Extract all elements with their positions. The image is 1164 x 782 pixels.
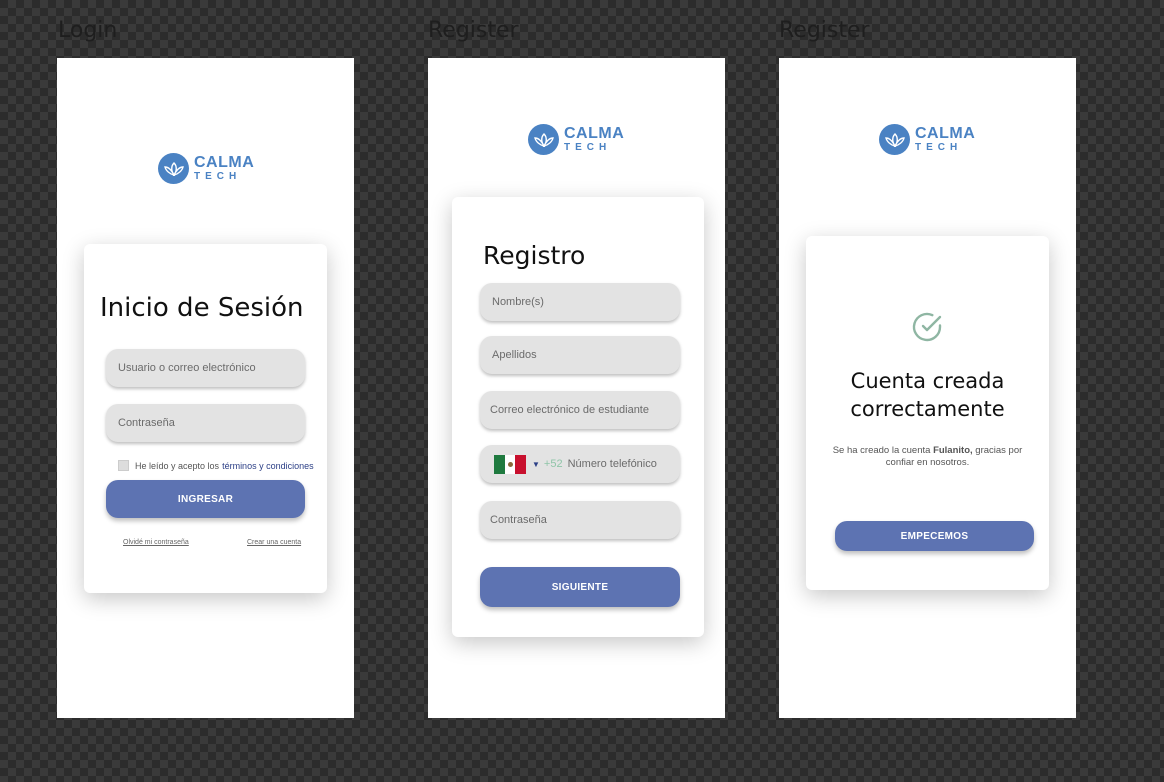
frame-label-success: Register (779, 18, 870, 43)
forgot-password-link[interactable]: Olvidé mi contraseña (123, 539, 189, 546)
login-card: Inicio de Sesión Usuario o correo electr… (84, 244, 327, 593)
logo-text-calma: CALMA (915, 125, 976, 142)
lotus-icon (158, 153, 189, 184)
mexico-flag-icon[interactable] (494, 454, 527, 474)
success-screen: CALMA TECH Cuenta creada correctamente S… (779, 58, 1076, 718)
logo: CALMA TECH (528, 124, 624, 155)
lastnames-input[interactable]: Apellidos (480, 336, 680, 374)
email-input[interactable]: Correo electrónico de estudiante (480, 391, 680, 429)
login-button[interactable]: INGRESAR (106, 480, 305, 518)
login-title: Inicio de Sesión (100, 293, 304, 323)
logo: CALMA TECH (158, 153, 254, 184)
terms-text: He leído y acepto los (135, 460, 220, 471)
message-line2: confiar en nosotros. (885, 457, 970, 468)
success-message: Se ha creado la cuenta Fulanito, gracias… (806, 445, 1049, 469)
register-card: Registro Nombre(s) Apellidos Correo elec… (452, 197, 704, 637)
start-button[interactable]: EMPECEMOS (835, 521, 1034, 551)
check-circle-icon (910, 310, 944, 349)
logo-text-calma: CALMA (564, 125, 625, 142)
password-input[interactable]: Contraseña (106, 404, 305, 442)
terms-row: He leído y acepto los términos y condici… (118, 460, 314, 471)
logo-text-tech: TECH (194, 171, 242, 182)
lotus-icon (879, 124, 910, 155)
create-account-link[interactable]: Crear una cuenta (247, 539, 301, 546)
logo-text-calma: CALMA (194, 154, 255, 171)
terms-link[interactable]: términos y condiciones (222, 461, 314, 471)
logo-text-tech: TECH (564, 142, 612, 153)
terms-checkbox[interactable] (118, 460, 129, 471)
next-button[interactable]: SIGUIENTE (480, 567, 680, 607)
phone-prefix: +52 (543, 458, 563, 470)
register-screen: CALMA TECH Registro Nombre(s) Apellidos … (428, 58, 725, 718)
register-title: Registro (483, 241, 586, 270)
register-password-input[interactable]: Contraseña (480, 501, 680, 539)
frame-label-register: Register (428, 18, 519, 43)
lotus-icon (528, 124, 559, 155)
username-input[interactable]: Usuario o correo electrónico (106, 349, 305, 387)
success-card: Cuenta creada correctamente Se ha creado… (806, 236, 1049, 590)
success-title-line1: Cuenta creada (850, 369, 1005, 393)
frame-label-login: Login (58, 18, 118, 43)
success-title-line2: correctamente (850, 397, 1005, 421)
login-screen: CALMA TECH Inicio de Sesión Usuario o co… (57, 58, 354, 718)
names-input[interactable]: Nombre(s) (480, 283, 680, 321)
account-name: Fulanito, (933, 445, 973, 456)
chevron-down-icon[interactable]: ▼ (532, 460, 540, 469)
logo-text-tech: TECH (915, 142, 963, 153)
phone-input[interactable]: Número telefónico (568, 458, 657, 470)
message-prefix: Se ha creado la cuenta (832, 445, 931, 456)
phone-field[interactable]: ▼ +52 Número telefónico (480, 445, 680, 483)
message-suffix: gracias por (975, 445, 1023, 456)
logo: CALMA TECH (879, 124, 975, 155)
